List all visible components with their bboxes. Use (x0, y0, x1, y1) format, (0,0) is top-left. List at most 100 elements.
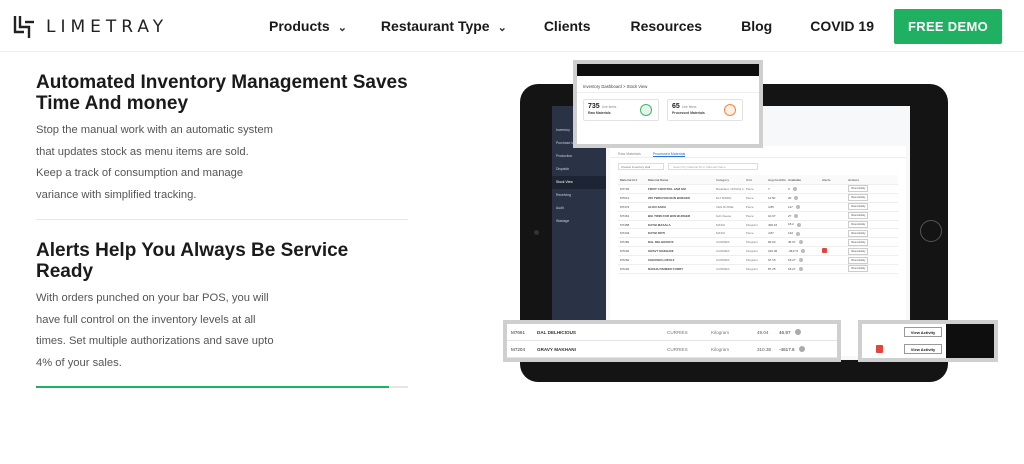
card-count-value: 735 (588, 103, 600, 110)
material-unit: Kilogram (746, 266, 758, 271)
material-category: CURRIES (667, 329, 688, 335)
sidebar-item[interactable]: Dispatch (552, 163, 606, 176)
view-activity-button[interactable]: View Activity (848, 185, 869, 193)
available-value: 18.27 (788, 257, 796, 262)
inventory-filter-select[interactable]: Closest Inventory Hall (618, 163, 664, 170)
nav-item-label: Restaurant Type (380, 18, 490, 34)
callout-header-bar (577, 64, 759, 76)
feature-title: Alerts Help You Always Be Service Ready (36, 240, 349, 282)
card-count-unit: Line Items (681, 105, 697, 109)
info-icon[interactable] (796, 231, 801, 236)
material-category: MATHI (716, 231, 726, 236)
table-row: M7443 KATHI ROTI MATHI Piece 4.87 132 View Act… (618, 229, 898, 239)
actions-cell: View Activity (846, 194, 886, 202)
view-activity-button[interactable]: View Activity (848, 247, 869, 255)
nav-item-covid-19[interactable]: COVID 19 (810, 18, 874, 34)
material-name: DAL DELHICIOUS (537, 329, 576, 335)
summary-card[interactable]: 735 Line Items Raw Materials (583, 99, 659, 121)
card-count-value: 65 (672, 103, 680, 110)
breadcrumb: Inventory Dashboard > Stock View (577, 76, 759, 93)
sidebar-item[interactable]: Receiving (552, 189, 606, 202)
available-value: 18.27 (788, 266, 796, 271)
tab-processed-materials[interactable]: Processed Materials (652, 152, 686, 157)
nav-item-label: COVID 19 (810, 18, 875, 34)
view-activity-button[interactable]: View Activity (848, 194, 869, 202)
material-cost: 7 (768, 186, 770, 191)
brand-logo[interactable]: LIMETRAY (12, 14, 168, 40)
available-value: -4617.6 (779, 346, 795, 352)
material-id: M7443 (620, 231, 630, 236)
info-icon[interactable] (798, 346, 805, 352)
material-category: CURRIES (716, 258, 730, 263)
dashboard-filters: Closest Inventory Hall Search by Materia… (610, 158, 906, 175)
material-search-input[interactable]: Search by Material ID or Material Name (668, 163, 758, 170)
material-name: CHICKEN LOZOLZ (648, 258, 675, 263)
available-value: 0 (788, 186, 790, 191)
zoomed-actions-callout: View Activity View Activity (858, 320, 998, 362)
info-icon[interactable] (794, 213, 799, 218)
tablet-home-button-icon (920, 220, 942, 242)
sidebar-item[interactable]: Production (552, 150, 606, 163)
view-activity-button[interactable]: View Activity (904, 344, 942, 354)
nav-item-label: Resources (630, 18, 703, 34)
column-header: Material Id # (620, 177, 638, 182)
info-icon[interactable] (794, 195, 799, 200)
view-activity-button[interactable]: View Activity (848, 238, 869, 246)
summary-card[interactable]: 65 Line Items Processed Materials (667, 99, 743, 121)
section-progress-fill (36, 386, 390, 388)
tab-raw-materials[interactable]: Raw Materials (618, 152, 641, 157)
material-available: 0 (786, 186, 820, 192)
sidebar-item[interactable]: Wastage (552, 215, 606, 228)
column-header: Alerts (822, 177, 831, 182)
view-activity-button[interactable]: View Activity (848, 212, 869, 220)
column-header: Category (716, 177, 730, 182)
material-category: CURRIES (716, 249, 730, 254)
nav-item-products[interactable]: Products ⌄ (269, 18, 347, 34)
material-category: ELT BINDE (716, 195, 732, 200)
sidebar-item[interactable]: Audit (552, 202, 606, 215)
view-activity-button[interactable]: View Activity (848, 229, 869, 237)
info-icon[interactable] (796, 222, 801, 227)
info-icon[interactable] (798, 267, 803, 272)
material-name: GRAVY MAKHANI (537, 346, 576, 352)
info-icon[interactable] (794, 329, 801, 335)
section-divider (36, 219, 408, 220)
material-cost: 310.36 (757, 346, 772, 352)
info-icon[interactable] (798, 240, 803, 245)
free-demo-button[interactable]: FREE DEMO (894, 8, 1002, 44)
material-available: 117 (786, 205, 820, 209)
available-value: 46.97 (788, 240, 796, 245)
view-activity-button[interactable]: View Activity (848, 221, 869, 228)
material-category: CURRIES (716, 240, 730, 245)
material-id: M7702 (620, 186, 630, 191)
nav-item-resources[interactable]: Resources (631, 18, 703, 34)
material-id: M7204 (511, 346, 526, 352)
view-activity-button[interactable]: View Activity (848, 265, 869, 273)
view-activity-button[interactable]: View Activity (848, 203, 869, 211)
material-unit: Piece (746, 195, 754, 200)
material-available: -4617.6 (779, 346, 819, 352)
view-activity-button[interactable]: View Activity (904, 327, 942, 337)
sidebar-item[interactable]: Stock View (552, 176, 606, 189)
nav-item-clients[interactable]: Clients (544, 18, 591, 34)
view-activity-button[interactable]: View Activity (848, 256, 869, 264)
summary-cards: 735 Line Items Raw Materials 65 Line Items Pr… (577, 93, 759, 127)
nav-item-restaurant-type[interactable]: Restaurant Type ⌄ (381, 18, 507, 34)
info-icon[interactable] (792, 187, 797, 192)
material-unit: Kilogram (746, 222, 758, 227)
material-unit: Kilogram (711, 329, 730, 335)
column-header: Actions (848, 177, 860, 182)
material-id: M7458 (620, 222, 630, 227)
nav-menu: Products ⌄ Restaurant Type ⌄ Clients Resource… (269, 0, 1024, 52)
table-row: M7702 FRUIT COCKTAIL JAM GM Breakfast, CRN… (618, 185, 898, 194)
flame-icon (724, 104, 736, 116)
table-row: M7294 RADHA PANEER CURRY CURRIES Kilogram 87… (618, 265, 898, 274)
material-unit: Piece (746, 204, 754, 209)
info-icon[interactable] (798, 258, 803, 263)
material-category: CURRIES (667, 346, 688, 352)
info-icon[interactable] (795, 204, 800, 209)
actions-cell: View Activity (846, 256, 886, 264)
material-unit: Kilogram (746, 240, 758, 245)
info-icon[interactable] (801, 249, 806, 254)
nav-item-blog[interactable]: Blog (741, 18, 772, 34)
